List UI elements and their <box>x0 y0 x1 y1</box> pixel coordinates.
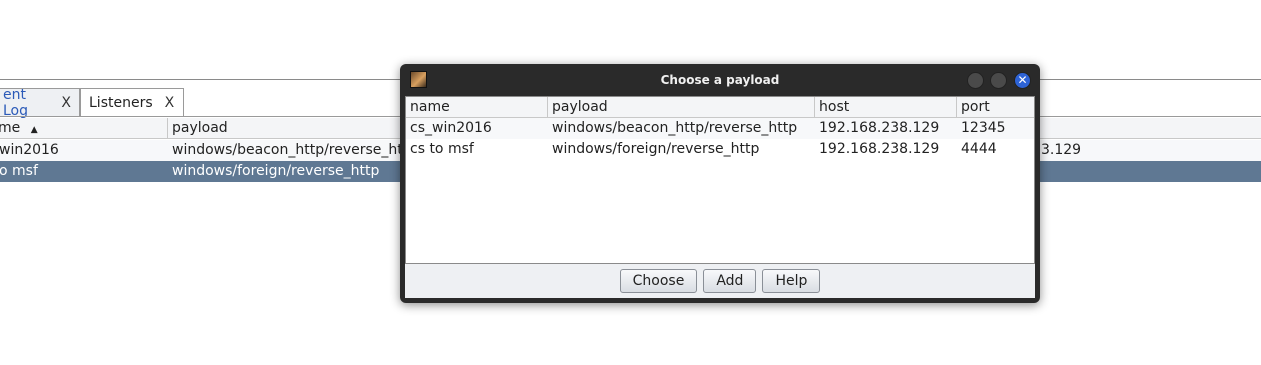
row-port: 4444 <box>961 141 997 157</box>
payload-table-header: name payload host port <box>406 97 1034 118</box>
maximize-icon[interactable] <box>990 72 1007 89</box>
help-button[interactable]: Help <box>762 269 821 293</box>
app-icon <box>410 71 427 88</box>
table-row[interactable]: cs to msf windows/foreign/reverse_http 1… <box>406 139 1034 160</box>
row-host: 192.168.238.129 <box>819 141 940 157</box>
column-header-name[interactable]: name <box>410 99 450 115</box>
row-payload: windows/beacon_http/reverse_ht <box>172 142 403 158</box>
column-header-host[interactable]: host <box>819 99 849 115</box>
row-payload: windows/foreign/reverse_http <box>172 163 380 179</box>
row-name: cs to msf <box>410 141 474 157</box>
row-payload: windows/foreign/reverse_http <box>552 141 760 157</box>
dialog-title: Choose a payload <box>660 73 780 87</box>
row-name: o msf <box>0 163 38 179</box>
row-name: win2016 <box>0 142 59 158</box>
row-port: 12345 <box>961 120 1006 136</box>
close-icon[interactable]: ✕ <box>1014 72 1031 89</box>
choose-payload-dialog: Choose a payload ✕ name payload host por… <box>400 64 1040 303</box>
column-header-payload[interactable]: payload <box>552 99 608 115</box>
row-payload: windows/beacon_http/reverse_http <box>552 120 798 136</box>
tab-close-icon[interactable]: X <box>165 95 175 111</box>
column-separator[interactable] <box>547 97 548 118</box>
column-header-name[interactable]: me ▲ <box>0 120 38 136</box>
table-row[interactable]: cs_win2016 windows/beacon_http/reverse_h… <box>406 118 1034 139</box>
column-separator[interactable] <box>956 97 957 118</box>
tab-listeners[interactable]: Listeners X <box>80 88 184 116</box>
row-host-partial: 3.129 <box>1041 142 1082 158</box>
choose-button[interactable]: Choose <box>619 269 698 293</box>
payload-table: name payload host port cs_win2016 window… <box>405 96 1035 264</box>
tab-label: ent Log <box>3 86 29 119</box>
dialog-content: name payload host port cs_win2016 window… <box>405 96 1035 298</box>
row-name: cs_win2016 <box>410 120 492 136</box>
column-separator[interactable] <box>167 118 168 139</box>
minimize-icon[interactable] <box>967 72 984 89</box>
column-separator[interactable] <box>814 97 815 118</box>
tab-label: Listeners <box>89 94 153 111</box>
column-header-port[interactable]: port <box>961 99 990 115</box>
tab-close-icon[interactable]: X <box>61 95 71 111</box>
column-header-payload[interactable]: payload <box>172 120 228 136</box>
dialog-titlebar[interactable]: Choose a payload ✕ <box>400 64 1040 96</box>
sort-ascending-icon: ▲ <box>30 125 38 135</box>
add-button[interactable]: Add <box>703 269 757 293</box>
tab-event-log[interactable]: ent Log X <box>0 86 80 119</box>
row-host: 192.168.238.129 <box>819 120 940 136</box>
dialog-button-bar: Choose Add Help <box>405 264 1035 298</box>
